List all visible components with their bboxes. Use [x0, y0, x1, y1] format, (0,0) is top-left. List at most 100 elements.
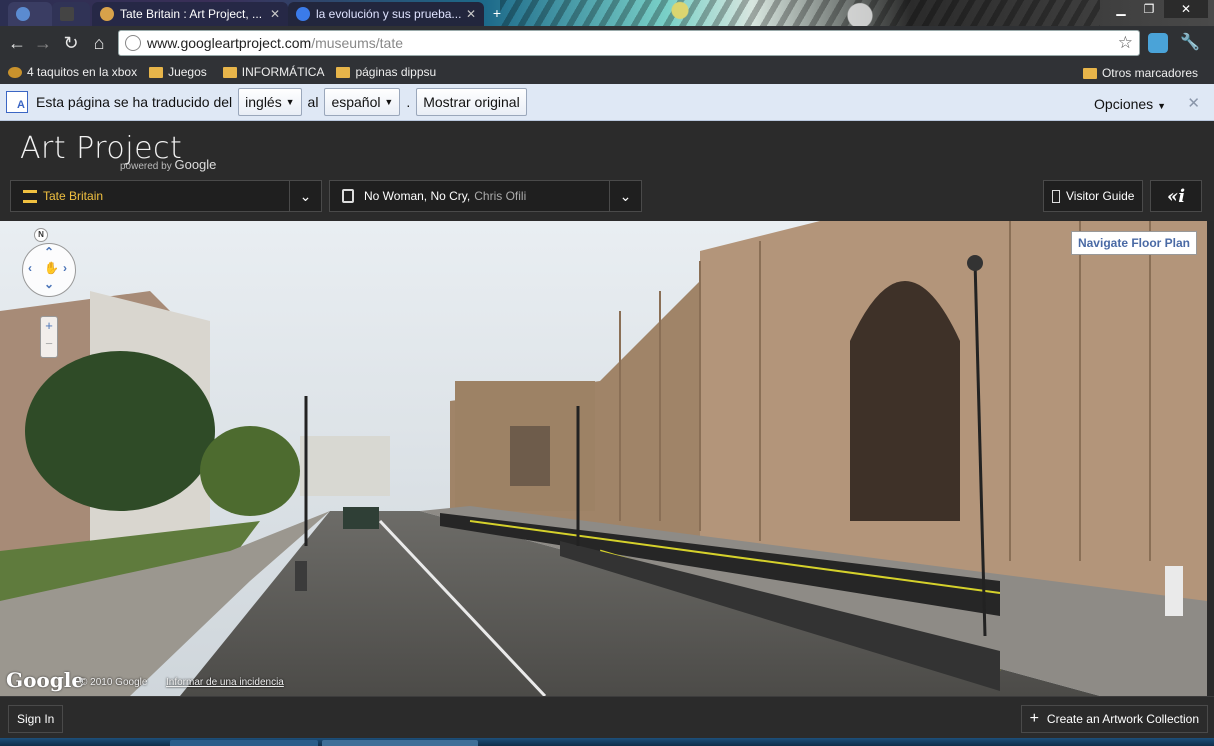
close-window-icon[interactable]: ✕: [1164, 0, 1208, 18]
google-logo[interactable]: Google: [6, 668, 84, 692]
globe-icon: [125, 35, 141, 51]
pan-control[interactable]: ⌃ ‹ ✋ › ⌄: [22, 243, 76, 297]
tab-title: Tate Britain : Art Project, ...: [120, 7, 263, 21]
museum-selector[interactable]: Tate Britain ⌄: [10, 180, 322, 212]
forward-icon[interactable]: →: [32, 33, 54, 53]
tab-evolucion[interactable]: la evolución y sus prueba... ✕: [288, 2, 484, 26]
app-icon: [60, 7, 74, 21]
museum-icon: [23, 189, 37, 203]
bookmark-juegos[interactable]: Juegos: [149, 65, 207, 79]
minimize-icon[interactable]: ▁: [1108, 0, 1134, 18]
artwork-icon: [342, 189, 354, 203]
taskbar-item[interactable]: [322, 740, 478, 746]
close-icon[interactable]: ✕: [270, 7, 280, 21]
pan-left-icon[interactable]: ‹: [28, 261, 32, 275]
restore-icon[interactable]: ❐: [1136, 0, 1162, 18]
browser-toolbar: ← → ↻ ⌂ www.googleartproject.com/museums…: [0, 26, 1214, 60]
info-panel-toggle[interactable]: «i: [1150, 180, 1202, 212]
bookmark-xbox[interactable]: 4 taquitos en la xbox: [8, 65, 137, 79]
sign-in-button[interactable]: Sign In: [8, 705, 64, 733]
art-project-header: Art Project powered by Google Tate Brita…: [0, 121, 1214, 221]
visitor-guide-button[interactable]: Visitor Guide: [1043, 180, 1143, 212]
chevron-down-icon[interactable]: ⌄: [609, 181, 641, 211]
extension-icon[interactable]: [1148, 33, 1168, 53]
report-problem-link[interactable]: Informar de una incidencia: [166, 677, 284, 688]
guide-book-icon: [1052, 189, 1060, 203]
translate-message: Esta página se ha traducido del: [36, 94, 233, 110]
home-icon[interactable]: ⌂: [88, 33, 110, 53]
artwork-artist: Chris Ofili: [474, 189, 527, 203]
chevron-down-icon[interactable]: ⌄: [289, 181, 321, 211]
street-view-panorama[interactable]: Navigate Floor Plan N ⌃ ‹ ✋ › ⌄ + − Goog…: [0, 221, 1207, 696]
os-taskbar: [0, 738, 1214, 746]
window-controls: ▁ ❐ ✕: [1108, 0, 1208, 18]
translate-icon: [6, 91, 28, 113]
back-icon[interactable]: ←: [6, 33, 28, 53]
app-icon: [16, 7, 30, 21]
google-favicon-icon: [296, 7, 310, 21]
bookmark-paginas-dippsu[interactable]: páginas dippsu: [336, 65, 436, 79]
powered-brand: Google: [174, 157, 217, 172]
bookmark-label: INFORMÁTICA: [241, 65, 325, 79]
theme-artwork: [500, 0, 1100, 26]
target-language-value: español: [331, 94, 381, 110]
translate-period: .: [406, 94, 411, 110]
show-original-button[interactable]: Mostrar original: [416, 88, 527, 116]
plus-icon: +: [1029, 710, 1039, 727]
powered-prefix: powered by: [120, 161, 172, 172]
source-language-value: inglés: [245, 94, 282, 110]
close-icon[interactable]: ✕: [466, 7, 476, 21]
navigate-floor-plan-button[interactable]: Navigate Floor Plan: [1070, 231, 1197, 255]
pan-down-icon[interactable]: ⌄: [44, 277, 54, 291]
browser-titlebar: Tate Britain : Art Project, ... ✕ la evo…: [0, 0, 1214, 26]
zoom-in-icon[interactable]: +: [41, 317, 57, 335]
page-footer: Sign In + Create an Artwork Collection: [0, 696, 1214, 738]
museum-name: Tate Britain: [43, 189, 104, 203]
url-host: www.googleartproject.com: [147, 35, 312, 51]
target-language-select[interactable]: español ▼: [324, 88, 401, 116]
hand-icon[interactable]: ✋: [44, 261, 59, 275]
translate-bar: Esta página se ha traducido del inglés ▼…: [0, 84, 1214, 121]
folder-icon: [222, 66, 237, 78]
zoom-control[interactable]: + −: [40, 316, 58, 358]
reload-icon[interactable]: ↻: [60, 33, 82, 53]
source-language-select[interactable]: inglés ▼: [238, 88, 302, 116]
close-icon[interactable]: ✕: [1187, 94, 1200, 112]
compass-north-icon[interactable]: N: [34, 228, 48, 242]
translate-connector: al: [307, 94, 319, 110]
dropdown-arrow-icon: ▼: [1157, 101, 1166, 111]
dropdown-arrow-icon: ▼: [285, 97, 295, 107]
translate-options-menu[interactable]: Opciones ▼: [1094, 96, 1166, 112]
artwork-selector[interactable]: No Woman, No Cry, Chris Ofili ⌄: [329, 180, 642, 212]
new-tab-button[interactable]: +: [488, 5, 506, 21]
folder-icon: [336, 66, 351, 78]
bookmark-informatica[interactable]: INFORMÁTICA: [222, 65, 325, 79]
taskbar-item[interactable]: [170, 740, 318, 746]
folder-icon: [1082, 67, 1097, 79]
bookmark-label: Otros marcadores: [1101, 66, 1198, 80]
tab-pinned-1[interactable]: [8, 2, 52, 26]
bookmark-label: Juegos: [168, 65, 207, 79]
wrench-icon[interactable]: 🔧: [1180, 32, 1200, 52]
bookmark-other[interactable]: Otros marcadores: [1082, 66, 1198, 80]
zoom-out-icon[interactable]: −: [41, 335, 57, 353]
star-icon[interactable]: ☆: [1118, 33, 1133, 53]
pan-right-icon[interactable]: ›: [63, 261, 67, 275]
url-path: /museums/tate: [311, 35, 404, 51]
tab-pinned-2[interactable]: [52, 2, 90, 26]
dropdown-arrow-icon: ▼: [384, 97, 394, 107]
create-collection-button[interactable]: + Create an Artwork Collection: [1020, 705, 1208, 733]
tab-tate-britain[interactable]: Tate Britain : Art Project, ... ✕: [92, 2, 288, 26]
bookmark-icon: [8, 66, 22, 78]
folder-icon: [149, 66, 164, 78]
bookmark-label: 4 taquitos en la xbox: [27, 65, 138, 79]
bookmark-label: páginas dippsu: [355, 65, 437, 79]
map-copyright: © 2010 Google: [80, 677, 148, 688]
tab-title: la evolución y sus prueba...: [316, 7, 462, 21]
visitor-guide-label: Visitor Guide: [1066, 189, 1135, 203]
address-bar[interactable]: www.googleartproject.com/museums/tate ☆: [118, 30, 1140, 56]
pan-up-icon[interactable]: ⌃: [44, 245, 54, 259]
panorama-image: [0, 221, 1207, 696]
options-label: Opciones: [1094, 96, 1154, 112]
powered-by-google: powered by Google: [120, 157, 216, 172]
